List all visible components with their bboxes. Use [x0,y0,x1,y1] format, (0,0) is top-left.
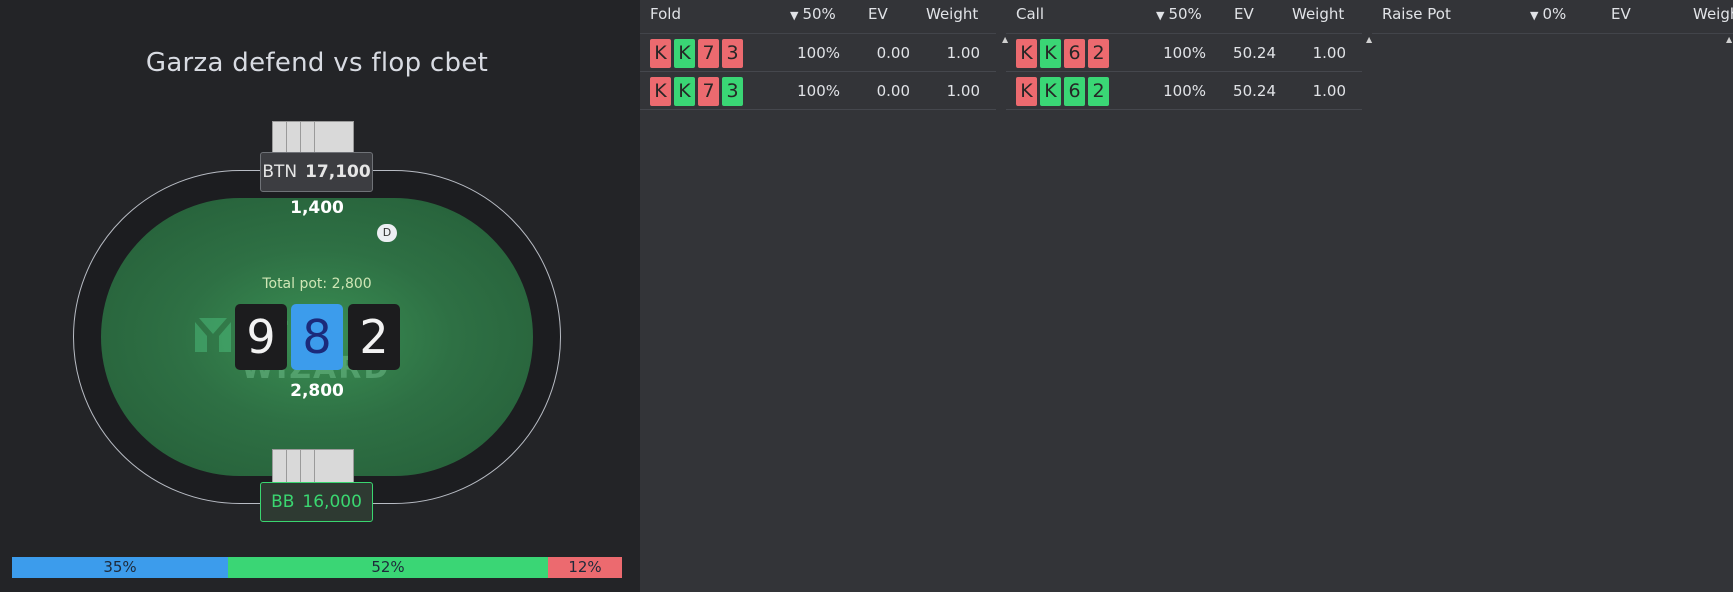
scroll-up-icon[interactable]: ▲ [1726,36,1733,44]
column-header: Call ▼ 50% EV Weight [1006,0,1362,30]
action-name[interactable]: Raise Pot [1382,5,1451,23]
table-row[interactable]: K K 6 2 100% 50.24 1.00 [1006,72,1362,110]
btn-stack: 17,100 [305,162,371,182]
dealer-button: D [377,224,397,242]
sort-down-icon: ▼ [1530,9,1539,22]
btn-bet-amount: 1,400 [290,198,344,218]
btn-seat[interactable]: BTN 17,100 [260,152,373,192]
combo-weight: 1.00 [946,44,980,62]
hand-card: K [1040,39,1061,68]
combo-weight: 1.00 [1312,82,1346,100]
hand-combo: KK62 [1016,77,1112,107]
bb-position-label: BB [271,492,295,512]
hand-combo: KK73 [650,77,746,107]
hand-card: K [650,77,671,106]
hand-combo: KK73 [650,39,746,69]
hand-card: 6 [1064,77,1085,106]
frequency-segment: 52% [228,557,548,578]
ev-header[interactable]: EV [1611,5,1631,23]
total-pot: Total pot: 2,800 [262,276,372,292]
hand-card: K [674,39,695,68]
sort-down-icon: ▼ [790,9,799,22]
header-divider [1372,33,1733,34]
hand-card: 3 [722,77,743,106]
ev-header[interactable]: EV [1234,5,1254,23]
frequency-segment: 35% [12,557,228,578]
hand-card: K [1040,77,1061,106]
gto-wizard-logo-icon [195,318,231,352]
hand-card: K [1016,77,1037,106]
action-name[interactable]: Call [1016,5,1044,23]
board-card-2: 8 [291,304,343,370]
action-frequency: 0% [1542,5,1567,23]
hand-card: 7 [698,77,719,106]
combo-ev: 0.00 [876,44,910,62]
hand-card: 2 [1088,77,1109,106]
sort-down-icon: ▼ [1156,9,1165,22]
weight-header[interactable]: Weight [1693,5,1733,23]
table-row[interactable]: K K 7 3 100% 0.00 1.00 [640,72,996,110]
weight-header[interactable]: Weight [1292,5,1344,23]
hand-card: K [674,77,695,106]
pot-amount: 2,800 [290,381,344,401]
combo-frequency: 100% [797,82,840,100]
fold-column: Fold ▼ 50% EV Weight ▲ K K 7 3 100% 0.00 1.00 K K 7 3 100… [640,0,1008,592]
combo-ev: 50.24 [1233,82,1276,100]
ev-header[interactable]: EV [868,5,888,23]
column-header: Fold ▼ 50% EV Weight [640,0,996,30]
table-title: Garza defend vs flop cbet [145,48,489,78]
combo-ev: 0.00 [876,82,910,100]
hand-card: K [1016,39,1037,68]
table-row[interactable]: K K 7 3 100% 0.00 1.00 [640,34,996,72]
frequency-segment: 12% [548,557,622,578]
table-panel: Garza defend vs flop cbet GTO WIZARD Tot… [0,0,640,592]
hand-card: 7 [698,39,719,68]
bb-seat[interactable]: BB 16,000 [260,482,373,522]
combo-frequency: 100% [1163,82,1206,100]
strategy-panel: Fold ▼ 50% EV Weight ▲ K K 7 3 100% 0.00 1.00 K K 7 3 100… [640,0,1733,592]
hand-card: 3 [722,39,743,68]
sort-frequency-button[interactable]: ▼ 50% [1156,5,1202,23]
bb-stack: 16,000 [302,492,362,512]
btn-position-label: BTN [262,162,298,182]
combo-frequency: 100% [797,44,840,62]
sort-frequency-button[interactable]: ▼ 0% [1530,5,1566,23]
combo-weight: 1.00 [946,82,980,100]
column-header: Raise Pot ▼0% EV Weight [1372,0,1733,30]
weight-header[interactable]: Weight [926,5,978,23]
action-frequency: 50% [802,5,836,23]
hand-combo: KK62 [1016,39,1112,69]
sort-frequency-button[interactable]: ▼ 50% [790,5,836,23]
board-card-3: 2 [348,304,400,370]
board-card-1: 9 [235,304,287,370]
table-row[interactable]: K K 6 2 100% 50.24 1.00 [1006,34,1362,72]
hand-card: 6 [1064,39,1085,68]
action-frequency: 50% [1168,5,1202,23]
hand-card: 2 [1088,39,1109,68]
raise-column: Raise Pot ▼0% EV Weight ▲ [1372,0,1733,592]
combo-ev: 50.24 [1233,44,1276,62]
call-column: Call ▼ 50% EV Weight ▲ K K 6 2 100% 50.24 1.00 K K 6 2 10… [1006,0,1372,592]
action-name[interactable]: Fold [650,5,681,23]
combo-weight: 1.00 [1312,44,1346,62]
combo-frequency: 100% [1163,44,1206,62]
action-frequency-bar: 35% 52% 12% [12,557,622,578]
hand-card: K [650,39,671,68]
